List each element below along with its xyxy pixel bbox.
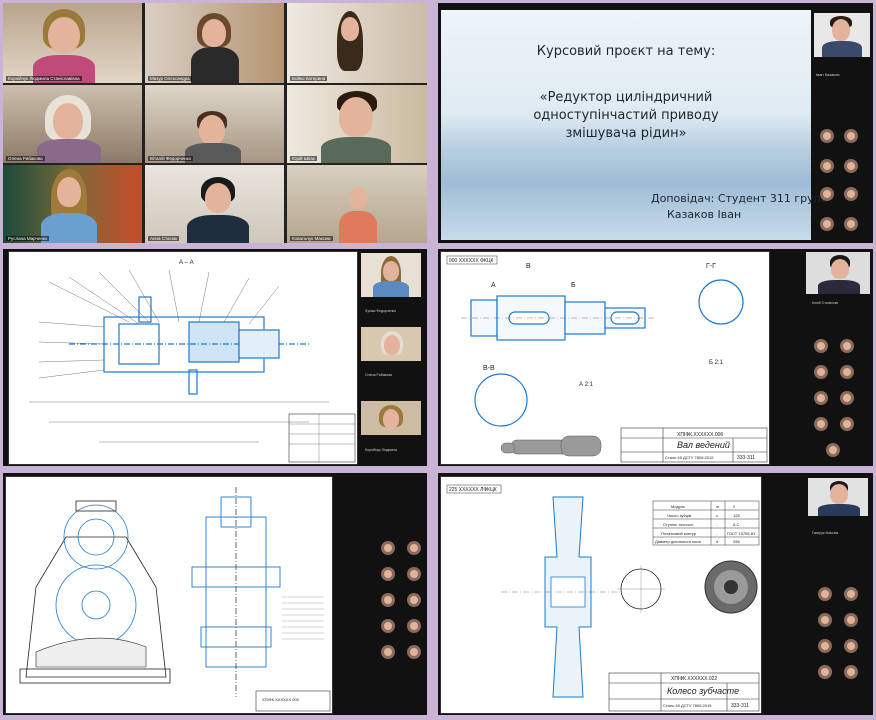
- gear-param-label: Початковий контур: [661, 531, 697, 536]
- gear-param-label: Модуль: [671, 504, 685, 509]
- drawing-group: 333-311: [737, 455, 755, 461]
- gear-param-label: Ступінь точності: [663, 522, 693, 527]
- slide-presenter-name: Казаков Іван: [667, 208, 742, 221]
- section-title: А 2:1: [579, 382, 594, 388]
- speaker-name: Корнійчук Людмила: [365, 448, 397, 452]
- gear-3d-render: [704, 560, 758, 614]
- drawing-gear-panel: 225 ХХХХХХ ЛФКЦК Модуль Число зубців Сту…: [438, 473, 873, 715]
- speaker-video[interactable]: [808, 478, 868, 516]
- drawing-code: ХПІФК.ХХХХХХ.006: [677, 432, 723, 438]
- speaker-name: Олена Рибакова: [365, 373, 392, 377]
- participant-name: Мазур Олександра: [148, 76, 192, 81]
- section-mark: А – А: [179, 260, 194, 266]
- assembly-drawing: А – А: [8, 251, 358, 465]
- section-mark: Б: [571, 282, 576, 289]
- gear-param-symbol: -: [716, 522, 718, 527]
- participant-tile[interactable]: Корнійчук Людмила Станіславівна: [3, 3, 142, 83]
- participant-name: Руслана Марченко: [6, 236, 50, 241]
- speaker-video[interactable]: [814, 13, 870, 57]
- speaker-name: Іван Казаков: [816, 72, 840, 77]
- drawing-assembly-panel: А – А Лукаш Федорченко Олена Рибакова Ко…: [3, 249, 427, 466]
- speaker-video[interactable]: [806, 252, 870, 294]
- slide-panel: Курсовий проєкт на тему: «Редуктор цилін…: [438, 3, 873, 243]
- participant-name: Корнійчук Людмила Станіславівна: [6, 76, 82, 81]
- section-mark: А: [491, 282, 496, 289]
- speaker-name: Клюб Станіслав: [812, 301, 839, 305]
- participant-tile[interactable]: Віталій Федорченко: [145, 85, 284, 163]
- participant-name: Олена Рибакова: [6, 156, 45, 161]
- participant-tile[interactable]: Бойко Катерина: [287, 3, 427, 83]
- corner-code: 225 ХХХХХХ ЛФКЦК: [449, 487, 497, 493]
- gear-param-value: 2: [733, 504, 736, 509]
- shaft-drawing: 900 ХХХХХХ ФКЦК А Б В Г-Г В-В Б 2:1 А 2:…: [440, 251, 770, 465]
- participant-name: Віталій Федорченко: [148, 156, 194, 161]
- gear-drawing: 225 ХХХХХХ ЛФКЦК Модуль Число зубців Сту…: [440, 476, 762, 714]
- drawing-title: Вал ведений: [677, 440, 730, 450]
- speaker-video[interactable]: [361, 327, 421, 361]
- participant-name: Ковальчук Максим: [290, 236, 333, 241]
- gear-param-symbol: m: [716, 504, 720, 509]
- gearbox-drawing: ХПІФК.ХХХХХХ.000: [5, 476, 333, 714]
- drawing-material: Сталь 45 ДСТУ 7806:2015: [665, 455, 714, 460]
- participant-name: Бойко Катерина: [290, 76, 328, 81]
- participant-tile[interactable]: Олена Рибакова: [3, 85, 142, 163]
- drawing-gearbox-panel: ХПІФК.ХХХХХХ.000: [3, 473, 427, 715]
- gear-drawing-svg: 225 ХХХХХХ ЛФКЦК Модуль Число зубців Сту…: [446, 484, 760, 712]
- presentation-slide: Курсовий проєкт на тему: «Редуктор цилін…: [441, 10, 828, 240]
- gearbox-drawing-svg: ХПІФК.ХХХХХХ.000: [19, 487, 331, 712]
- section-title: Г-Г: [706, 263, 716, 270]
- gear-param-label: Число зубців: [667, 513, 691, 518]
- participant-tile[interactable]: Руслана Марченко: [3, 165, 142, 243]
- drawing-shaft-panel: 900 ХХХХХХ ФКЦК А Б В Г-Г В-В Б 2:1 А 2:…: [438, 249, 873, 466]
- drawing-code: ХПІФК.ХХХХХХ.022: [671, 676, 717, 682]
- speaker-name: Гасерук Максим: [812, 531, 839, 535]
- slide-topic-line: одноступінчастий приводу: [533, 108, 719, 123]
- participant-tile[interactable]: Мазур Олександра: [145, 3, 284, 83]
- section-mark: В: [526, 263, 531, 270]
- gear-param-value: ГОСТ 13755-81: [727, 531, 756, 536]
- assembly-drawing-svg: А – А: [29, 260, 356, 463]
- drawing-material: Сталь 45 ДСТУ 7806:2015: [663, 703, 712, 708]
- corner-code: 900 ХХХХХХ ФКЦК: [449, 258, 494, 264]
- speaker-video[interactable]: [361, 253, 421, 297]
- gear-param-value: 256: [733, 539, 740, 544]
- participant-tile[interactable]: Анна Стасюк: [145, 165, 284, 243]
- video-grid-panel: Корнійчук Людмила Станіславівна Мазур Ол…: [3, 3, 427, 243]
- participant-name: Юрій Шпак: [290, 156, 317, 161]
- shaft-drawing-svg: 900 ХХХХХХ ФКЦК А Б В Г-Г В-В Б 2:1 А 2:…: [446, 255, 768, 463]
- drawing-group: 333-311: [731, 703, 749, 709]
- slide-presenter: Доповідач: Студент 311 групи: [651, 192, 829, 205]
- section-title: В-В: [483, 365, 495, 372]
- slide-heading: Курсовий проєкт на тему:: [536, 44, 716, 59]
- gear-param-value: 128: [733, 513, 740, 518]
- gear-param-symbol: z: [716, 513, 718, 518]
- slide-topic-line: «Редуктор циліндричний: [539, 90, 713, 105]
- drawing-title: Колесо зубчасте: [667, 686, 739, 696]
- drawing-code: ХПІФК.ХХХХХХ.000: [262, 697, 300, 702]
- gear-param-symbol: -: [716, 531, 718, 536]
- speaker-name: Лукаш Федорченко: [365, 309, 397, 313]
- slide-topic-line: змішувача рідин»: [565, 126, 687, 141]
- gear-param-label: Діаметр ділильного кола: [655, 539, 701, 544]
- gear-param-symbol: d: [716, 539, 718, 544]
- gear-param-value: 8-C: [733, 522, 740, 527]
- participant-name: Анна Стасюк: [148, 236, 180, 241]
- speaker-video[interactable]: [361, 401, 421, 435]
- section-title: Б 2:1: [709, 360, 724, 366]
- participant-tile[interactable]: Юрій Шпак: [287, 85, 427, 163]
- participant-tile[interactable]: Ковальчук Максим: [287, 165, 427, 243]
